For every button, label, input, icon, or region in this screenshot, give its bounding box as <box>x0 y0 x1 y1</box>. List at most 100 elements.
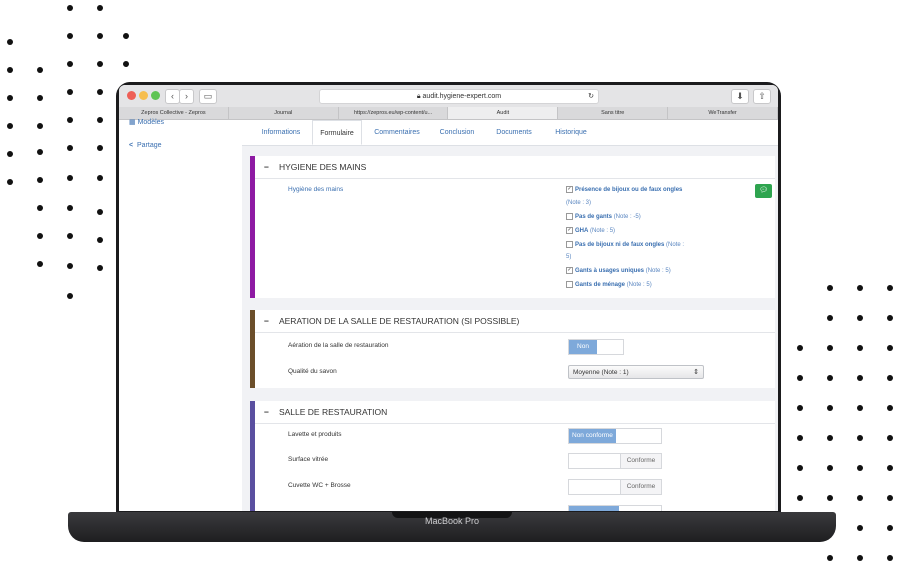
toggle-value: Conforme <box>620 454 661 468</box>
decorative-dot <box>857 375 863 381</box>
section-title[interactable]: − SALLE DE RESTAURATION <box>264 407 387 417</box>
field-label: Cuvette WC + Brosse <box>288 482 351 489</box>
decorative-dot <box>123 61 129 67</box>
decorative-dot <box>887 495 893 501</box>
collapse-icon[interactable]: − <box>264 316 269 326</box>
collapse-icon[interactable]: − <box>264 162 269 172</box>
decorative-dot <box>827 345 833 351</box>
divider <box>255 423 775 424</box>
field-label: Surface vitrée <box>288 456 329 463</box>
option-label: GHA <box>575 228 589 235</box>
address-bar-url: audit.hygiene-expert.com <box>422 93 502 100</box>
laptop-model-label: MacBook Pro <box>424 516 480 526</box>
share-browser-icon[interactable]: ⇧ <box>753 89 771 104</box>
decorative-dot <box>67 145 73 151</box>
option-note: (Note : -5) <box>613 214 641 221</box>
field-label: Hygiène des mains <box>288 186 344 193</box>
section-title[interactable]: − HYGIENE DES MAINS <box>264 162 366 172</box>
tab-formulaire[interactable]: Formulaire <box>312 120 362 145</box>
decorative-dot <box>37 233 43 239</box>
address-bar[interactable]: 🔒︎ audit.hygiene-expert.com ↻ <box>319 89 599 104</box>
decorative-dot <box>7 179 13 185</box>
decorative-dot <box>97 61 103 67</box>
decorative-dot <box>797 345 803 351</box>
section-salle-de-restauration: − SALLE DE RESTAURATION Lavette et produi… <box>250 401 775 511</box>
tab-commentaires[interactable]: Commentaires <box>366 120 428 145</box>
back-arrow-icon[interactable]: ‹ <box>165 89 180 104</box>
section-title[interactable]: − AERATION DE LA SALLE DE RESTAURATION (S… <box>264 316 519 326</box>
toggle-value: Non <box>569 340 597 354</box>
decorative-dot <box>97 145 103 151</box>
decorative-dot <box>37 67 43 73</box>
decorative-dot <box>827 285 833 291</box>
collapse-icon[interactable]: − <box>264 407 269 417</box>
decorative-dot <box>67 233 73 239</box>
browser-toolbar: ‹ › ▭ 🔒︎ audit.hygiene-expert.com ↻ ⬇ ⇧ <box>119 85 778 108</box>
browser-tab[interactable]: Audit <box>448 107 559 119</box>
comment-button[interactable]: 💬︎ <box>755 184 772 198</box>
select-value: Moyenne (Note : 1) <box>573 369 629 376</box>
checkbox[interactable] <box>566 213 573 220</box>
checkbox[interactable]: ✓ <box>566 267 573 274</box>
soap-quality-select[interactable]: Moyenne (Note : 1) ⇕ <box>568 365 704 379</box>
close-window-icon[interactable] <box>127 91 136 100</box>
checkbox[interactable] <box>566 281 573 288</box>
decorative-dot <box>887 375 893 381</box>
decorative-dot <box>97 117 103 123</box>
lock-icon: 🔒︎ <box>416 93 421 100</box>
decorative-dot <box>827 315 833 321</box>
sidebar-item-label: Partage <box>136 142 162 149</box>
browser-tab[interactable]: WeTransfer <box>668 107 778 119</box>
option-disposable-gloves[interactable]: ✓ Gants à usages uniques (Note : 5) <box>566 267 671 274</box>
option-gha[interactable]: ✓ GHA (Note : 5) <box>566 227 615 234</box>
option-note: (Note : 5) <box>590 228 616 235</box>
minimize-window-icon[interactable] <box>139 91 148 100</box>
download-icon[interactable]: ⬇ <box>731 89 749 104</box>
option-label: Pas de gants <box>575 214 613 221</box>
reload-icon[interactable]: ↻ <box>588 90 594 103</box>
decorative-dot <box>857 495 863 501</box>
next-row-toggle[interactable] <box>568 505 662 511</box>
aeration-toggle[interactable]: Non <box>568 339 624 355</box>
option-label: Gants de ménage <box>575 282 626 289</box>
option-note: (Note : <box>666 242 685 249</box>
tab-informations[interactable]: Informations <box>252 120 310 145</box>
option-no-jewelry[interactable]: Pas de bijoux ni de faux ongles (Note : <box>566 241 684 248</box>
decorative-dot <box>857 525 863 531</box>
checkbox[interactable] <box>566 241 573 248</box>
sidebar-item-models[interactable]: ▦ Modèles <box>129 118 164 126</box>
checkbox[interactable]: ✓ <box>566 227 573 234</box>
browser-tab[interactable]: Sans titre <box>558 107 669 119</box>
decorative-dot <box>97 265 103 271</box>
option-jewelry[interactable]: ✓ Présence de bijoux ou de faux ongles <box>566 186 682 193</box>
browser-tab[interactable]: https://zepros.eu/wp-content/u... <box>339 107 449 119</box>
sidebar-toggle-icon[interactable]: ▭ <box>199 89 217 104</box>
decorative-dot <box>97 89 103 95</box>
maximize-window-icon[interactable] <box>151 91 160 100</box>
option-no-gloves[interactable]: Pas de gants (Note : -5) <box>566 213 641 220</box>
tab-conclusion[interactable]: Conclusion <box>432 120 482 145</box>
sidebar-item-share[interactable]: < Partage <box>129 142 162 149</box>
checkbox[interactable]: ✓ <box>566 186 573 193</box>
glass-toggle[interactable]: Conforme <box>568 453 662 469</box>
decorative-dot <box>97 237 103 243</box>
wc-toggle[interactable]: Conforme <box>568 479 662 495</box>
decorative-dot <box>887 465 893 471</box>
field-label: Qualité du savon <box>288 368 337 375</box>
grid-icon: ▦ <box>129 119 136 126</box>
forward-arrow-icon[interactable]: › <box>179 89 194 104</box>
tab-documents[interactable]: Documents <box>488 120 540 145</box>
decorative-dot <box>37 177 43 183</box>
section-title-text: AERATION DE LA SALLE DE RESTAURATION (SI… <box>278 316 520 326</box>
decorative-dot <box>37 149 43 155</box>
section-title-text: HYGIENE DES MAINS <box>278 162 367 172</box>
decorative-dot <box>827 435 833 441</box>
option-cleaning-gloves[interactable]: Gants de ménage (Note : 5) <box>566 281 652 288</box>
cloth-toggle[interactable]: Non conforme <box>568 428 662 444</box>
decorative-dot <box>827 465 833 471</box>
browser-tab[interactable]: Journal <box>229 107 339 119</box>
option-note: (Note : 3) <box>566 200 592 206</box>
tab-historique[interactable]: Historique <box>544 120 598 145</box>
toggle-value <box>569 506 619 511</box>
field-label: Lavette et produits <box>288 431 342 438</box>
